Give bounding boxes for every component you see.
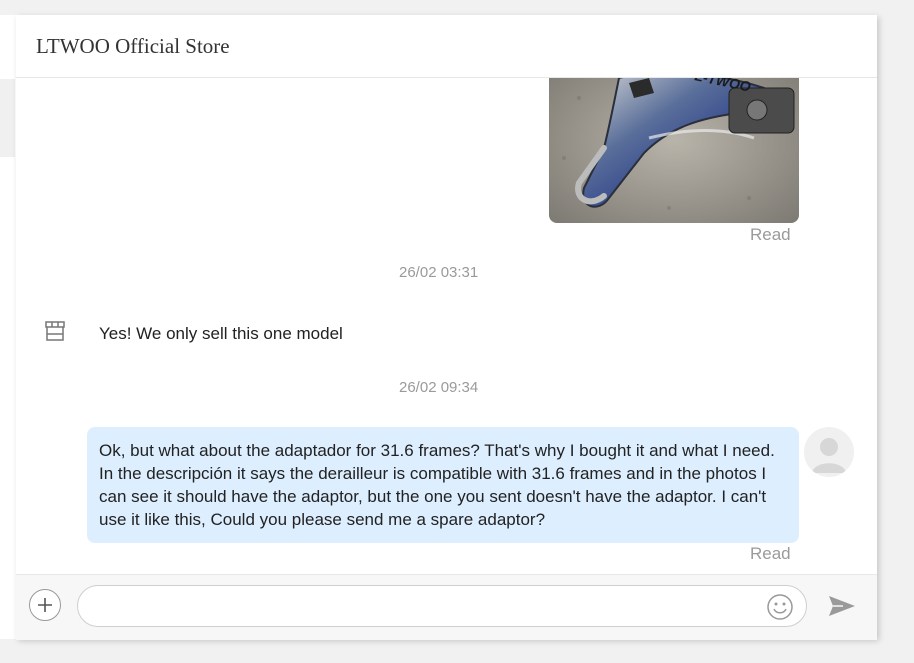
read-status: Read bbox=[750, 544, 791, 563]
derailleur-photo: L-TWOO bbox=[549, 78, 799, 223]
user-avatar[interactable] bbox=[804, 427, 854, 477]
conversation-list-edge bbox=[0, 15, 17, 639]
product-image-message[interactable]: L-TWOO bbox=[549, 78, 799, 223]
timestamp: 26/02 03:31 bbox=[399, 264, 479, 281]
message-list[interactable]: L-TWOO Read 26/02 03:31 Yes! We only sel… bbox=[16, 78, 877, 574]
store-name: LTWOO Official Store bbox=[36, 34, 230, 58]
chat-header: LTWOO Official Store bbox=[16, 15, 877, 78]
selected-conversation-highlight[interactable] bbox=[0, 79, 15, 157]
message-input[interactable] bbox=[77, 585, 807, 627]
emoji-button[interactable] bbox=[766, 593, 794, 621]
incoming-message: Yes! We only sell this one model bbox=[99, 324, 343, 343]
store-avatar[interactable] bbox=[36, 312, 74, 350]
plus-icon bbox=[38, 598, 52, 612]
emoji-icon bbox=[767, 594, 793, 620]
outgoing-message-bubble: Ok, but what about the adaptador for 31.… bbox=[87, 427, 799, 543]
storefront-icon bbox=[45, 321, 65, 341]
chat-window: LTWOO Official Store L-TWOO Read 26/02 0… bbox=[16, 15, 877, 640]
send-button[interactable] bbox=[826, 593, 858, 619]
user-icon bbox=[812, 438, 846, 473]
message-composer bbox=[16, 574, 877, 640]
timestamp: 26/02 09:34 bbox=[399, 379, 479, 396]
send-icon bbox=[829, 596, 855, 616]
read-status: Read bbox=[750, 225, 791, 244]
attach-button[interactable] bbox=[29, 589, 61, 621]
